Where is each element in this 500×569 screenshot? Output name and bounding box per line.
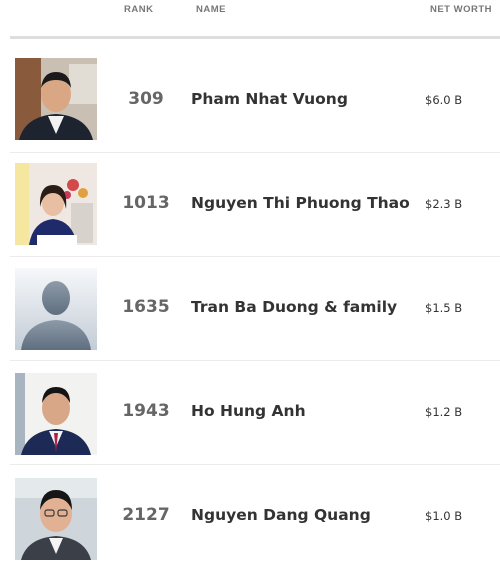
table-row[interactable]: 309 Pham Nhat Vuong $6.0 B xyxy=(0,49,500,153)
rank-value: 2127 xyxy=(122,505,170,525)
rank-value: 1943 xyxy=(122,401,170,421)
net-worth-value: $1.5 B xyxy=(425,301,463,315)
portrait-photo[interactable] xyxy=(15,373,97,455)
name-column-header[interactable]: NAME xyxy=(196,4,226,15)
net-worth-value: $1.0 B xyxy=(425,509,463,523)
placeholder-silhouette-icon[interactable] xyxy=(15,268,97,350)
table-row[interactable]: 1943 Ho Hung Anh $1.2 B xyxy=(0,361,500,465)
portrait-photo[interactable] xyxy=(15,163,97,245)
person-name-link[interactable]: Pham Nhat Vuong xyxy=(191,90,348,108)
billionaires-table: RANK NAME NET WORTH 309 Pham Nhat Vuong … xyxy=(0,0,500,569)
net-worth-value: $1.2 B xyxy=(425,405,463,419)
rank-value: 1635 xyxy=(122,297,170,317)
net-worth-value: $2.3 B xyxy=(425,197,463,211)
portrait-photo[interactable] xyxy=(15,478,97,560)
net-worth-column-header[interactable]: NET WORTH xyxy=(430,4,492,15)
table-row[interactable]: 2127 Nguyen Dang Quang $1.0 B xyxy=(0,465,500,569)
person-name-link[interactable]: Ho Hung Anh xyxy=(191,402,306,420)
person-name-link[interactable]: Tran Ba Duong & family xyxy=(191,298,397,316)
net-worth-value: $6.0 B xyxy=(425,93,463,107)
person-name-link[interactable]: Nguyen Thi Phuong Thao xyxy=(191,194,410,212)
header-divider xyxy=(10,36,500,39)
table-row[interactable]: 1013 Nguyen Thi Phuong Thao $2.3 B xyxy=(0,153,500,257)
table-header: RANK NAME NET WORTH xyxy=(0,0,500,36)
person-name-link[interactable]: Nguyen Dang Quang xyxy=(191,506,371,524)
portrait-photo[interactable] xyxy=(15,58,97,140)
rank-column-header[interactable]: RANK xyxy=(124,4,153,15)
rank-value: 1013 xyxy=(122,193,170,213)
table-row[interactable]: 1635 Tran Ba Duong & family $1.5 B xyxy=(0,257,500,361)
rank-value: 309 xyxy=(128,89,164,109)
